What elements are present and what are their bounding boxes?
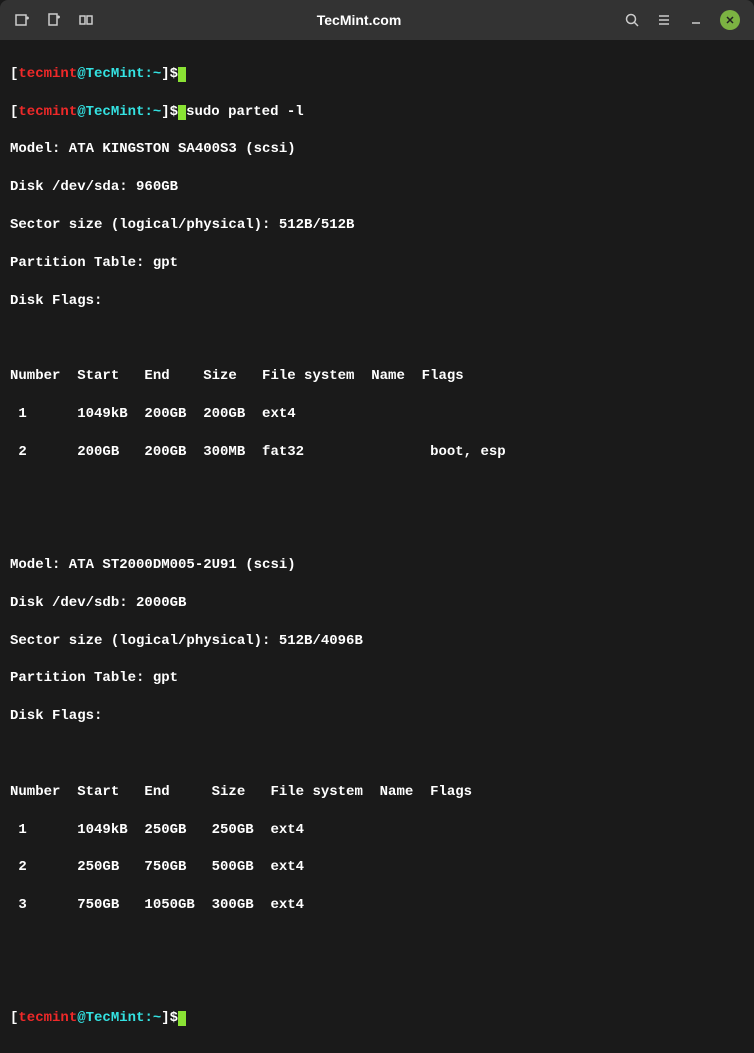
blank-line: [10, 745, 744, 764]
prompt-colon: :: [144, 1010, 152, 1026]
prompt-path: ~: [153, 1010, 161, 1026]
blank-line: [10, 518, 744, 537]
prompt-host: TecMint: [86, 66, 145, 82]
window-title: TecMint.com: [94, 12, 624, 28]
search-icon[interactable]: [624, 12, 640, 28]
prompt-at: @: [77, 66, 85, 82]
prompt-user: tecmint: [18, 66, 77, 82]
menu-icon[interactable]: [656, 12, 672, 28]
titlebar-right: [624, 10, 740, 30]
prompt-close: ]: [161, 66, 169, 82]
output-line: Disk Flags:: [10, 292, 744, 311]
prompt-symbol: $: [170, 1010, 178, 1026]
blank-line: [10, 329, 744, 348]
close-button[interactable]: [720, 10, 740, 30]
cursor-icon: [178, 1011, 186, 1026]
table-row: 1 1049kB 250GB 250GB ext4: [10, 821, 744, 840]
blank-line: [10, 972, 744, 991]
prompt-symbol: $: [170, 66, 178, 82]
prompt-user: tecmint: [18, 104, 77, 120]
table-row: 2 250GB 750GB 500GB ext4: [10, 858, 744, 877]
minimize-icon[interactable]: [688, 12, 704, 28]
titlebar: TecMint.com: [0, 0, 754, 40]
prompt-path: ~: [153, 104, 161, 120]
cursor-icon: [178, 105, 186, 120]
blank-line: [10, 480, 744, 499]
prompt-colon: :: [144, 104, 152, 120]
split-icon[interactable]: [78, 12, 94, 28]
cursor-icon: [178, 67, 186, 82]
command-text: sudo parted -l: [186, 104, 304, 120]
prompt-host: TecMint: [86, 104, 145, 120]
output-line: Model: ATA KINGSTON SA400S3 (scsi): [10, 140, 744, 159]
new-tab-icon[interactable]: [14, 12, 30, 28]
table-row: 1 1049kB 200GB 200GB ext4: [10, 405, 744, 424]
terminal-output[interactable]: [tecmint@TecMint:~]$ [tecmint@TecMint:~]…: [0, 40, 754, 1053]
table-header: Number Start End Size File system Name F…: [10, 783, 744, 802]
output-line: Sector size (logical/physical): 512B/409…: [10, 632, 744, 651]
prompt-at: @: [77, 1010, 85, 1026]
output-line: Disk /dev/sdb: 2000GB: [10, 594, 744, 613]
prompt-line-1: [tecmint@TecMint:~]$: [10, 65, 744, 84]
new-window-icon[interactable]: [46, 12, 62, 28]
table-row: 3 750GB 1050GB 300GB ext4: [10, 896, 744, 915]
output-line: Sector size (logical/physical): 512B/512…: [10, 216, 744, 235]
prompt-symbol: $: [170, 104, 178, 120]
prompt-path: ~: [153, 66, 161, 82]
prompt-user: tecmint: [18, 1010, 77, 1026]
output-line: Disk /dev/sda: 960GB: [10, 178, 744, 197]
prompt-line-2: [tecmint@TecMint:~]$sudo parted -l: [10, 103, 744, 122]
table-row: 2 200GB 200GB 300MB fat32 boot, esp: [10, 443, 744, 462]
prompt-close: ]: [161, 104, 169, 120]
titlebar-left: [14, 12, 94, 28]
prompt-host: TecMint: [86, 1010, 145, 1026]
table-header: Number Start End Size File system Name F…: [10, 367, 744, 386]
output-line: Disk Flags:: [10, 707, 744, 726]
prompt-line-3: [tecmint@TecMint:~]$: [10, 1009, 744, 1028]
output-line: Model: ATA ST2000DM005-2U91 (scsi): [10, 556, 744, 575]
output-line: Partition Table: gpt: [10, 669, 744, 688]
prompt-open: [: [10, 1010, 18, 1026]
prompt-close: ]: [161, 1010, 169, 1026]
output-line: Partition Table: gpt: [10, 254, 744, 273]
prompt-at: @: [77, 104, 85, 120]
prompt-colon: :: [144, 66, 152, 82]
blank-line: [10, 934, 744, 953]
